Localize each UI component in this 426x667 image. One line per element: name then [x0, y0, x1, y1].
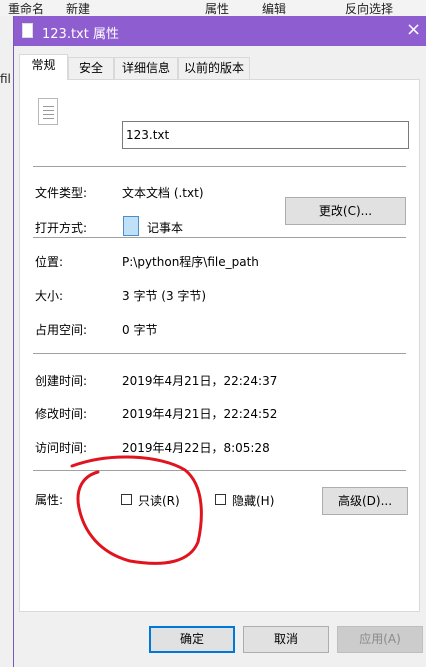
tab-general[interactable]: 常规	[19, 54, 68, 80]
annotation-circle	[70, 455, 203, 565]
